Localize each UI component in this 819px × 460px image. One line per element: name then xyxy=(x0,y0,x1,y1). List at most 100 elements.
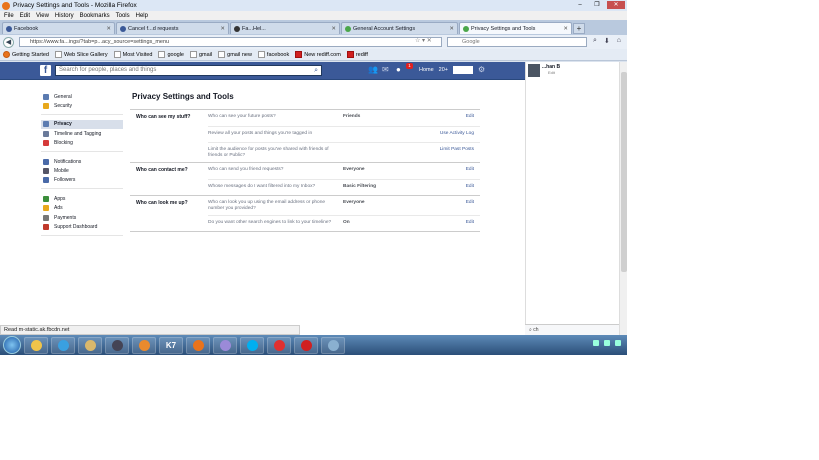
avatar[interactable] xyxy=(528,64,540,77)
home-link[interactable]: Home xyxy=(419,67,434,73)
menu-file[interactable]: File xyxy=(4,13,14,19)
settings-gear-icon[interactable]: ⚙ xyxy=(478,65,487,74)
tab-close-icon[interactable]: ✕ xyxy=(560,26,568,32)
maximize-button[interactable]: ❐ xyxy=(590,1,604,9)
taskbar-app[interactable] xyxy=(105,336,129,354)
bookmark-gmail[interactable]: gmail xyxy=(190,51,212,58)
taskbar-app3[interactable] xyxy=(267,336,291,354)
mobile-icon xyxy=(43,168,49,175)
taskbar-app2[interactable] xyxy=(213,336,237,354)
sidebar-item-timeline-and-tagging[interactable]: Timeline and Tagging xyxy=(41,129,123,138)
sidebar-item-payments[interactable]: Payments xyxy=(41,213,123,222)
page-scrollbar[interactable] xyxy=(619,62,627,335)
menu-tools[interactable]: Tools xyxy=(116,13,130,19)
bookmark-google[interactable]: google xyxy=(158,51,184,58)
sidebar-item-apps[interactable]: Apps xyxy=(41,194,123,203)
sidebar-item-followers[interactable]: Followers xyxy=(41,176,123,185)
chat-search-text: ch xyxy=(533,327,539,333)
facebook-icon xyxy=(120,25,126,32)
taskbar-skype[interactable] xyxy=(240,336,264,354)
bookmark-gmail-new[interactable]: gmail new xyxy=(218,51,252,58)
home-icon[interactable]: ⌂ xyxy=(617,37,621,45)
setting-action-link[interactable]: Edit xyxy=(413,167,480,176)
settings-sidebar: General Security Privacy Timeline and Taggi… xyxy=(41,92,123,241)
notifications-icon[interactable]: ● xyxy=(396,65,405,74)
search-placeholder: Search for people, places and things xyxy=(59,67,157,73)
back-button[interactable]: ◀ xyxy=(3,36,14,48)
tray-icon[interactable] xyxy=(604,340,610,346)
setting-row: Limit the audience for posts you've shar… xyxy=(208,142,480,162)
loading-icon xyxy=(345,25,351,32)
sidebar-item-general[interactable]: General xyxy=(41,92,123,101)
taskbar-rediff[interactable] xyxy=(294,336,318,354)
minimize-button[interactable]: – xyxy=(573,1,587,9)
facebook-search-input[interactable]: Search for people, places and things ⌕ xyxy=(55,65,322,76)
tab-help[interactable]: Fa...Hel... ✕ xyxy=(230,22,340,34)
search-icon[interactable]: ⌕ xyxy=(593,37,597,45)
bookmark-getting-started[interactable]: Getting Started xyxy=(3,51,49,58)
scrollbar-thumb[interactable] xyxy=(621,72,627,272)
sidebar-item-support-dashboard[interactable]: Support Dashboard xyxy=(41,222,123,231)
tab-close-icon[interactable]: ✕ xyxy=(217,26,225,32)
sidebar-item-notifications[interactable]: Notifications xyxy=(41,157,123,166)
search-input[interactable]: Google xyxy=(447,37,587,47)
url-controls[interactable]: ☆ ▾ ✕ xyxy=(415,37,432,44)
close-button[interactable]: ✕ xyxy=(607,1,625,9)
sidebar-item-privacy[interactable]: Privacy xyxy=(41,119,123,130)
taskbar-ie[interactable] xyxy=(51,336,75,354)
setting-value xyxy=(343,147,413,159)
tab-cancel-requests[interactable]: Cancel f...d requests ✕ xyxy=(116,22,229,34)
messages-icon[interactable]: ✉ xyxy=(382,65,391,74)
setting-action-link[interactable]: Edit xyxy=(413,220,480,228)
setting-action-link[interactable]: Limit Past Posts xyxy=(413,147,480,159)
tab-close-icon[interactable]: ✕ xyxy=(446,26,454,32)
url-bar[interactable]: https://www.fa...ings/?tab=p...acy_sourc… xyxy=(19,37,442,47)
tab-label: General Account Settings xyxy=(353,25,416,32)
tray-icon[interactable] xyxy=(593,340,599,346)
bookmark-web-slice[interactable]: Web Slice Gallery xyxy=(55,51,108,58)
tab-general-settings[interactable]: General Account Settings ✕ xyxy=(341,22,458,34)
download-icon[interactable]: ⬇ xyxy=(604,37,610,45)
menu-help[interactable]: Help xyxy=(136,13,148,19)
taskbar-app4[interactable] xyxy=(321,336,345,354)
facebook-logo[interactable]: f xyxy=(40,65,51,76)
setting-action-link[interactable]: Edit xyxy=(413,200,480,212)
bookmark-rediff[interactable]: rediff xyxy=(346,51,368,58)
tab-close-icon[interactable]: ✕ xyxy=(328,26,336,32)
friend-requests-icon[interactable]: 👥 xyxy=(368,65,378,74)
menu-bookmarks[interactable]: Bookmarks xyxy=(80,13,110,19)
search-icon[interactable]: ⌕ xyxy=(314,66,318,75)
sidebar-item-security[interactable]: Security xyxy=(41,101,123,110)
bookmark-most-visited[interactable]: Most Visited xyxy=(113,51,152,58)
sidebar-item-mobile[interactable]: Mobile xyxy=(41,166,123,175)
tray-icon[interactable] xyxy=(615,340,621,346)
taskbar-folder[interactable] xyxy=(78,336,102,354)
menu-bar: File Edit View History Bookmarks Tools H… xyxy=(0,11,627,20)
taskbar-media[interactable] xyxy=(132,336,156,354)
support-dashboard-icon xyxy=(43,223,49,230)
bookmark-label: New rediff.com xyxy=(304,51,341,58)
new-tab-button[interactable]: + xyxy=(573,23,585,34)
setting-action-link[interactable]: Use Activity Log xyxy=(413,131,480,139)
bookmark-facebook[interactable]: facebook xyxy=(257,51,289,58)
setting-action-link[interactable]: Edit xyxy=(413,184,480,192)
taskbar-explorer[interactable] xyxy=(24,336,48,354)
taskbar-k7[interactable]: K7 xyxy=(159,336,183,354)
tab-close-icon[interactable]: ✕ xyxy=(103,26,111,32)
start-button[interactable] xyxy=(3,336,21,354)
setting-action-link[interactable]: Edit xyxy=(413,114,480,123)
profile-edit-link[interactable]: Edit xyxy=(548,70,555,75)
sidebar-item-blocking[interactable]: Blocking xyxy=(41,139,123,148)
taskbar-firefox[interactable] xyxy=(186,336,210,354)
section-title: Who can contact me? xyxy=(136,167,188,173)
window-controls: – ❐ ✕ xyxy=(573,1,625,9)
menu-view[interactable]: View xyxy=(36,13,49,19)
sidebar-item-ads[interactable]: Ads xyxy=(41,204,123,213)
tab-facebook[interactable]: Facebook ✕ xyxy=(2,22,115,34)
profile-name-box[interactable] xyxy=(453,65,474,74)
menu-edit[interactable]: Edit xyxy=(20,13,30,19)
menu-history[interactable]: History xyxy=(55,13,74,19)
tab-privacy-settings[interactable]: Privacy Settings and Tools ✕ xyxy=(459,22,572,34)
chat-search[interactable]: ⌕ ch xyxy=(525,324,619,335)
bookmark-new-rediff[interactable]: New rediff.com xyxy=(295,51,341,58)
